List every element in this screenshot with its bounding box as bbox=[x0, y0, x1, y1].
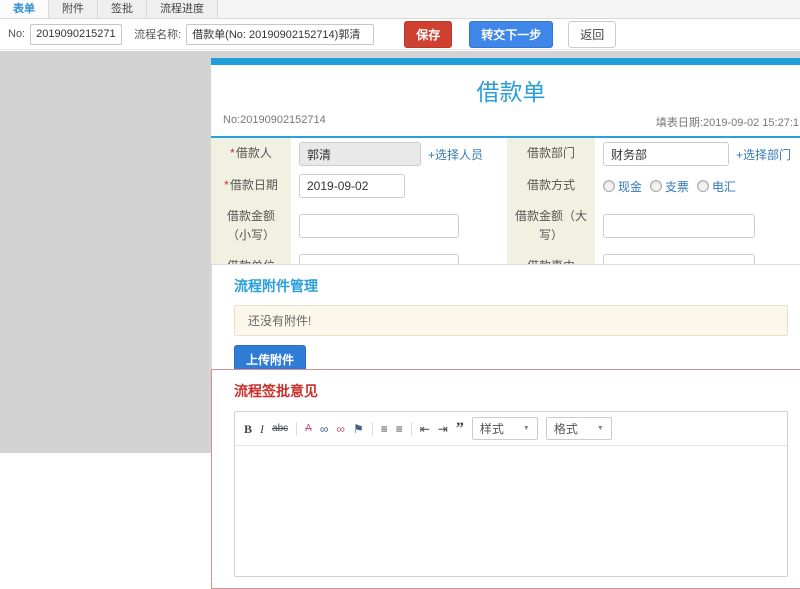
approval-panel: 流程签批意见 B I abc A ∞ ∞ ⚑ ≡ ≡ ⇤ ⇥ ” 样式 ▼ 格式… bbox=[211, 369, 800, 589]
loan-date-input[interactable] bbox=[299, 174, 405, 198]
bullet-list-icon[interactable]: ≡ bbox=[396, 422, 403, 436]
form-date-text: 填表日期:2019-09-02 15:27:1 bbox=[655, 117, 799, 129]
no-attachments-alert: 还没有附件! bbox=[234, 305, 788, 336]
borrower-field: +选择人员 bbox=[291, 138, 507, 170]
editor-toolbar: B I abc A ∞ ∞ ⚑ ≡ ≡ ⇤ ⇥ ” 样式 ▼ 格式 ▼ bbox=[235, 412, 787, 446]
loan-form-panel: 借款单 No:20190902152714 填表日期:2019-09-02 15… bbox=[211, 58, 800, 285]
select-department-link[interactable]: +选择部门 bbox=[736, 146, 791, 163]
department-field: +选择部门 bbox=[595, 138, 800, 170]
next-step-button[interactable]: 转交下一步 bbox=[469, 20, 554, 48]
amount-lower-field bbox=[291, 202, 507, 250]
select-person-link[interactable]: +选择人员 bbox=[428, 146, 483, 163]
outdent-icon[interactable]: ⇤ bbox=[420, 422, 430, 436]
toolbar-divider bbox=[371, 421, 373, 436]
chevron-down-icon: ▼ bbox=[522, 425, 530, 432]
toolbar-divider bbox=[410, 421, 412, 436]
back-button[interactable]: 返回 bbox=[568, 20, 617, 48]
italic-icon[interactable]: I bbox=[260, 422, 264, 436]
toolbar-divider bbox=[296, 421, 298, 436]
department-label: 借款部门 bbox=[507, 138, 595, 170]
attachments-panel: 流程附件管理 还没有附件! 上传附件 bbox=[211, 264, 800, 385]
format-dropdown[interactable]: 格式 ▼ bbox=[545, 417, 612, 440]
strikethrough-icon[interactable]: abc bbox=[272, 422, 288, 436]
tab-bar: 表单 附件 签批 流程进度 bbox=[0, 0, 800, 19]
radio-cheque[interactable]: 支票 bbox=[650, 178, 689, 195]
remove-format-icon[interactable]: A bbox=[305, 422, 312, 436]
flow-name-input[interactable] bbox=[186, 23, 375, 45]
amount-upper-field bbox=[595, 202, 800, 250]
form-top-accent-bar bbox=[211, 58, 800, 65]
radio-circle-icon[interactable] bbox=[697, 180, 710, 192]
borrower-label: *借款人 bbox=[211, 138, 291, 170]
indent-icon[interactable]: ⇥ bbox=[438, 422, 448, 436]
ordered-list-icon[interactable]: ≡ bbox=[381, 422, 388, 436]
required-mark: * bbox=[230, 146, 235, 161]
tab-attachment[interactable]: 附件 bbox=[49, 0, 98, 18]
action-toolbar: No: 流程名称: 保存 转交下一步 返回 bbox=[0, 19, 800, 50]
form-title: 借款单 bbox=[476, 79, 546, 105]
workspace: 借款单 No:20190902152714 填表日期:2019-09-02 15… bbox=[0, 51, 800, 589]
radio-circle-icon[interactable] bbox=[603, 180, 615, 192]
loan-date-label: *借款日期 bbox=[211, 170, 291, 202]
anchor-flag-icon[interactable]: ⚑ bbox=[353, 422, 364, 436]
tab-approval[interactable]: 签批 bbox=[98, 0, 147, 18]
blockquote-icon[interactable]: ” bbox=[456, 420, 464, 436]
styles-dropdown[interactable]: 样式 ▼ bbox=[471, 417, 538, 440]
amount-lower-input[interactable] bbox=[299, 214, 459, 239]
save-button[interactable]: 保存 bbox=[404, 20, 453, 48]
borrower-input[interactable] bbox=[299, 142, 421, 166]
no-label: No: bbox=[8, 28, 26, 40]
loan-date-field bbox=[291, 170, 507, 202]
editor-content-area[interactable] bbox=[235, 446, 787, 576]
chevron-down-icon: ▼ bbox=[596, 425, 604, 432]
rich-text-editor: B I abc A ∞ ∞ ⚑ ≡ ≡ ⇤ ⇥ ” 样式 ▼ 格式 ▼ bbox=[234, 411, 788, 577]
radio-wire[interactable]: 电汇 bbox=[697, 178, 736, 195]
unlink-icon[interactable]: ∞ bbox=[336, 422, 345, 436]
bold-icon[interactable]: B bbox=[244, 422, 252, 436]
loan-method-radio-group: 现金 支票 电汇 bbox=[603, 178, 736, 195]
radio-circle-icon[interactable] bbox=[650, 180, 663, 192]
form-fields-grid: *借款人 +选择人员 借款部门 +选择部门 *借款日期 借款方式 bbox=[211, 138, 800, 285]
required-mark: * bbox=[224, 178, 229, 193]
flow-name-label: 流程名称: bbox=[134, 29, 182, 41]
loan-method-field: 现金 支票 电汇 bbox=[595, 170, 800, 202]
department-input[interactable] bbox=[603, 142, 729, 166]
radio-cash[interactable]: 现金 bbox=[603, 178, 642, 195]
no-input[interactable] bbox=[30, 23, 123, 45]
form-no-text: No:20190902152714 bbox=[223, 114, 326, 126]
tab-form[interactable]: 表单 bbox=[0, 0, 49, 18]
link-icon[interactable]: ∞ bbox=[320, 422, 329, 436]
tab-progress[interactable]: 流程进度 bbox=[147, 0, 218, 18]
amount-upper-input[interactable] bbox=[603, 214, 755, 239]
amount-upper-label: 借款金额（大写） bbox=[507, 202, 595, 251]
amount-lower-label: 借款金额（小写） bbox=[211, 202, 291, 251]
attachments-title: 流程附件管理 bbox=[234, 278, 318, 294]
loan-method-label: 借款方式 bbox=[507, 170, 595, 202]
form-meta-row: No:20190902152714 填表日期:2019-09-02 15:27:… bbox=[211, 111, 800, 138]
approval-title: 流程签批意见 bbox=[234, 383, 318, 399]
